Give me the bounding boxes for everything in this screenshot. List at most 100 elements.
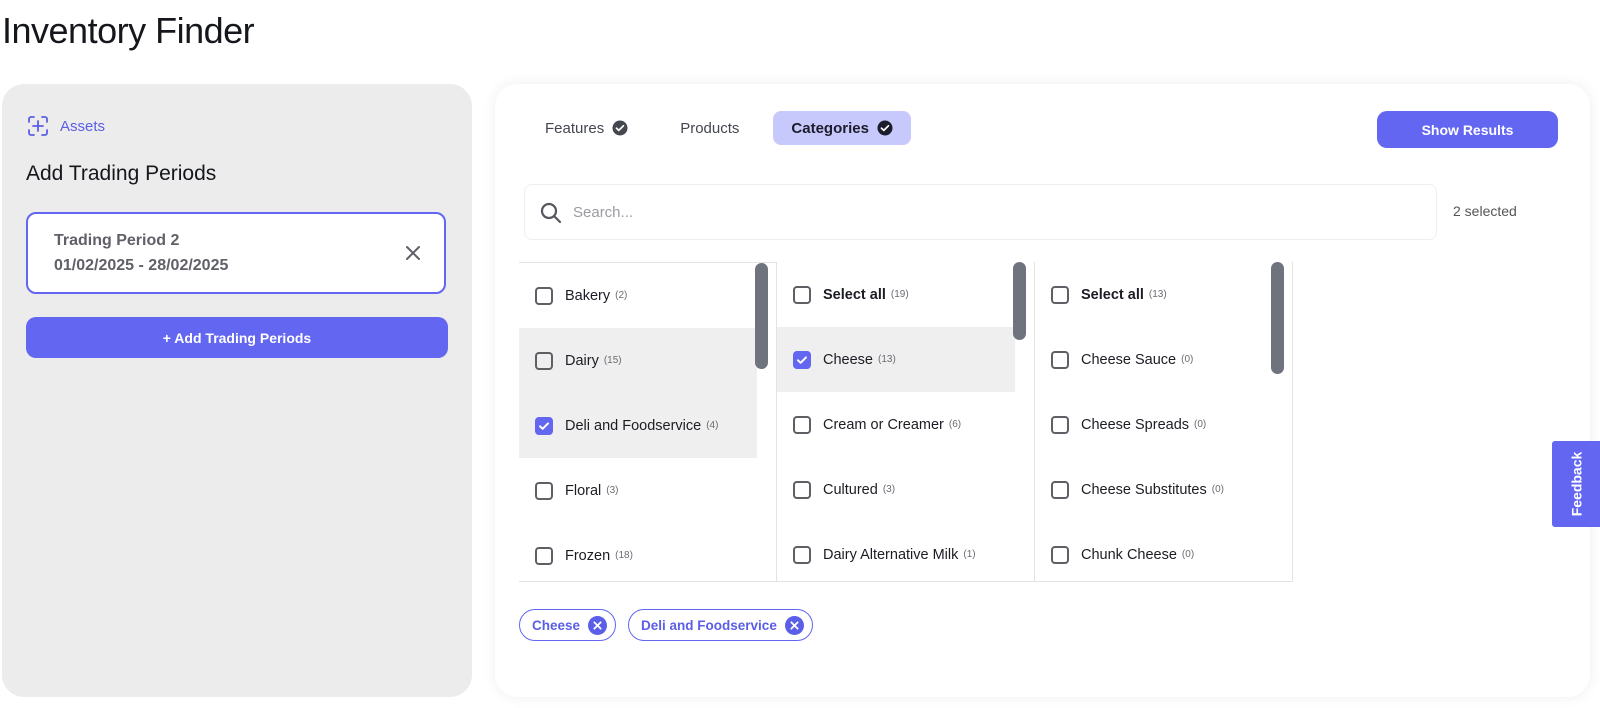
category-count: (15) — [603, 355, 622, 366]
category-column-2[interactable]: Select all (19) Cheese (13) Cream or Creamer… — [777, 262, 1035, 582]
category-count: (2) — [615, 290, 628, 301]
selected-chip: Deli and Foodservice — [628, 609, 813, 641]
show-results-button[interactable]: Show Results — [1377, 111, 1558, 148]
category-count: (0) — [1211, 484, 1224, 495]
category-label: Cream or Creamer — [823, 416, 944, 433]
category-item[interactable]: Select all (19) — [777, 262, 1015, 327]
category-count: (4) — [706, 420, 719, 431]
category-item[interactable]: Bakery (2) — [519, 263, 757, 328]
category-item[interactable]: Select all (13) — [1035, 262, 1273, 327]
check-circle-icon — [612, 120, 628, 136]
assets-label: Assets — [60, 117, 106, 135]
tab-bar: Features Products Categories — [527, 111, 911, 145]
category-label: Cultured — [823, 481, 878, 498]
category-item[interactable]: Cream or Creamer (6) — [777, 392, 1015, 457]
category-label: Frozen — [565, 547, 611, 564]
category-count: (0) — [1181, 549, 1195, 560]
category-item[interactable]: Cheese Substitutes (0) — [1035, 457, 1273, 522]
period-name: Trading Period 2 — [54, 232, 180, 249]
category-label: Select all — [823, 286, 886, 303]
category-count: (3) — [882, 484, 896, 495]
category-columns: Bakery (2) Dairy (15) Deli and Foodservice (4… — [519, 262, 1293, 582]
category-label: Chunk Cheese — [1081, 546, 1177, 563]
checkbox[interactable] — [535, 481, 553, 500]
category-count: (1) — [963, 549, 976, 560]
category-label: Dairy — [565, 352, 599, 369]
category-label: Cheese Sauce — [1081, 351, 1177, 368]
tab-products[interactable]: Products — [662, 111, 757, 145]
add-asset-icon — [28, 116, 48, 136]
scrollbar-thumb[interactable] — [1013, 262, 1026, 340]
category-label: Cheese — [823, 351, 873, 368]
category-count: (6) — [948, 419, 962, 430]
checkmark-icon — [539, 421, 549, 430]
checkbox[interactable] — [1051, 545, 1069, 564]
page-title: Inventory Finder — [2, 10, 255, 51]
tab-label: Products — [680, 119, 740, 137]
category-count: (0) — [1181, 354, 1194, 365]
search-box — [524, 184, 1437, 240]
category-label: Cheese Substitutes — [1081, 481, 1207, 498]
category-item[interactable]: Cheese (13) — [777, 327, 1015, 392]
selected-count: 2 selected — [1453, 203, 1517, 219]
checkbox[interactable] — [1051, 350, 1069, 369]
check-circle-icon — [877, 120, 893, 136]
period-dates: 01/02/2025 - 28/02/2025 — [54, 257, 229, 274]
checkbox[interactable] — [793, 350, 811, 369]
category-count: (13) — [877, 354, 896, 365]
category-column-1[interactable]: Bakery (2) Dairy (15) Deli and Foodservice (4… — [519, 262, 777, 582]
checkbox[interactable] — [535, 286, 553, 305]
checkbox[interactable] — [535, 416, 553, 435]
checkbox[interactable] — [1051, 480, 1069, 499]
category-count: (18) — [615, 550, 633, 561]
filter-panel: Features Products Categories Show Result… — [495, 84, 1590, 697]
category-item[interactable]: Cultured (3) — [777, 457, 1015, 522]
tab-categories[interactable]: Categories — [773, 111, 911, 145]
category-label: Select all — [1081, 286, 1144, 303]
checkbox[interactable] — [793, 415, 811, 434]
category-item[interactable]: Deli and Foodservice (4) — [519, 393, 757, 458]
category-item[interactable]: Cheese Spreads (0) — [1035, 392, 1273, 457]
checkbox[interactable] — [535, 546, 553, 565]
checkbox[interactable] — [793, 480, 811, 499]
checkbox[interactable] — [535, 351, 553, 370]
checkbox[interactable] — [1051, 415, 1069, 434]
category-count: (13) — [1148, 289, 1167, 300]
scrollbar-thumb[interactable] — [755, 263, 768, 369]
tab-features[interactable]: Features — [527, 111, 646, 145]
category-item[interactable]: Dairy (15) — [519, 328, 757, 393]
close-icon — [593, 620, 602, 630]
assets-link[interactable]: Assets — [26, 114, 105, 138]
checkbox[interactable] — [793, 545, 811, 564]
category-label: Cheese Spreads — [1081, 416, 1190, 433]
tab-label: Features — [545, 119, 605, 137]
checkbox[interactable] — [1051, 285, 1069, 304]
category-label: Dairy Alternative Milk — [823, 546, 959, 563]
remove-chip-button[interactable] — [588, 615, 608, 635]
category-item[interactable]: Floral (3) — [519, 458, 757, 523]
selected-chip: Cheese — [519, 609, 617, 641]
category-label: Floral — [565, 482, 602, 499]
search-icon — [540, 202, 562, 224]
category-column-3[interactable]: Select all (13) Cheese Sauce (0) Cheese Spre… — [1035, 262, 1293, 582]
category-item[interactable]: Frozen (18) — [519, 523, 757, 581]
category-item[interactable]: Chunk Cheese (0) — [1035, 522, 1273, 581]
add-trading-periods-button[interactable]: + Add Trading Periods — [26, 317, 448, 358]
remove-chip-button[interactable] — [784, 615, 804, 635]
panel-heading: Add Trading Periods — [26, 162, 217, 185]
category-item[interactable]: Dairy Alternative Milk (1) — [777, 522, 1015, 581]
selected-chips: Cheese Deli and Foodservice — [519, 609, 813, 641]
category-item[interactable]: Cheese Sauce (0) — [1035, 327, 1273, 392]
category-count: (0) — [1194, 419, 1207, 430]
category-label: Bakery — [565, 287, 611, 304]
scrollbar-thumb[interactable] — [1271, 262, 1284, 374]
category-label: Deli and Foodservice — [565, 417, 702, 434]
trading-period-card[interactable]: Trading Period 2 01/02/2025 - 28/02/2025 — [26, 212, 446, 294]
chip-label: Deli and Foodservice — [641, 617, 777, 633]
checkbox[interactable] — [793, 285, 811, 304]
category-count: (3) — [606, 485, 619, 496]
search-input[interactable] — [573, 185, 1423, 239]
close-icon[interactable] — [402, 242, 424, 264]
checkmark-icon — [797, 355, 807, 364]
feedback-tab[interactable]: Feedback — [1552, 441, 1600, 527]
